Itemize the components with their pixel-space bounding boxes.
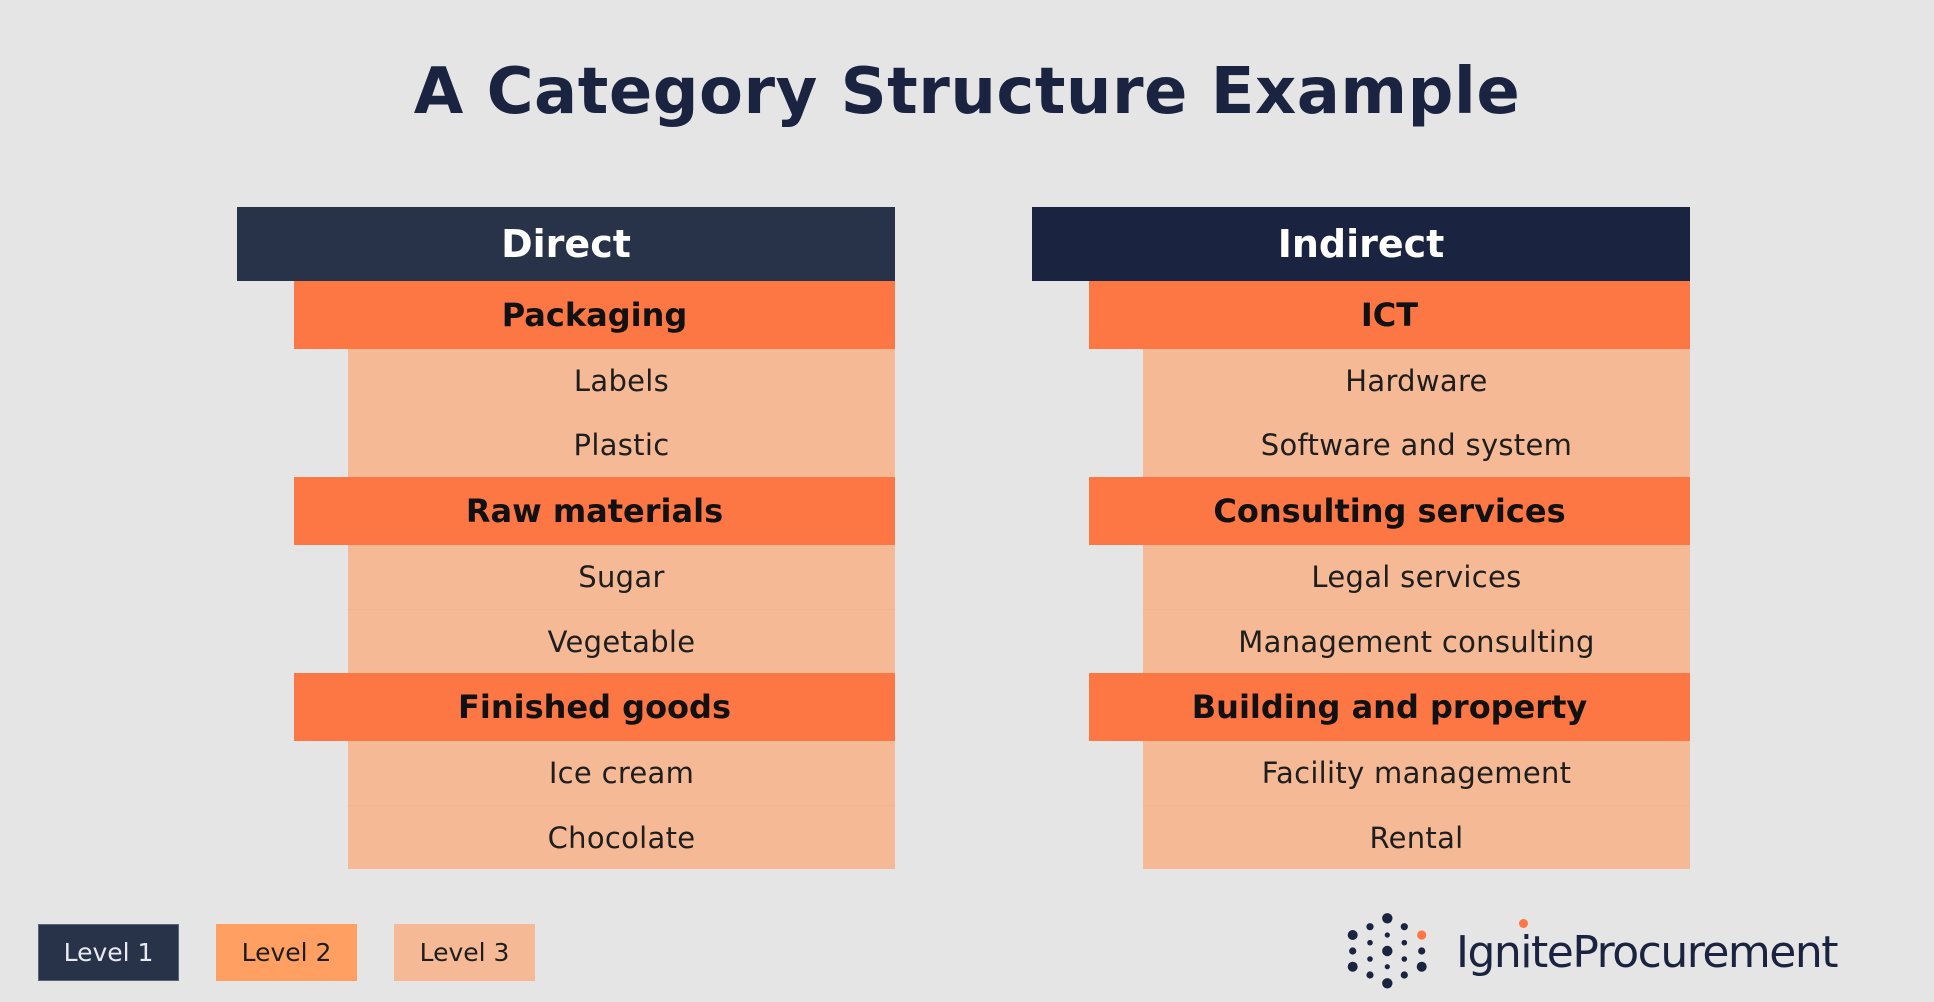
level3-category: Labels xyxy=(348,349,895,413)
level3-category: Chocolate xyxy=(348,805,895,869)
legend-level-3: Level 3 xyxy=(394,924,535,981)
legend-level-1: Level 1 xyxy=(38,924,179,981)
level2-category: ICT xyxy=(1089,281,1690,349)
legend-level-2: Level 2 xyxy=(216,924,357,981)
level3-category: Ice cream xyxy=(348,741,895,805)
page-title: A Category Structure Example xyxy=(413,55,1521,129)
level3-category: Plastic xyxy=(348,413,895,477)
level3-category: Rental xyxy=(1143,805,1690,869)
level3-category: Legal services xyxy=(1143,545,1690,609)
level2-category: Finished goods xyxy=(294,673,895,741)
level2-category: Packaging xyxy=(294,281,895,349)
level2-category: Consulting services xyxy=(1089,477,1690,545)
level3-category: Software and system xyxy=(1143,413,1690,477)
level1-header: Direct xyxy=(237,207,895,281)
logo-wordmark: IgniteProcurement xyxy=(1456,927,1838,978)
dot-grid-icon xyxy=(1347,913,1427,989)
level3-category: Hardware xyxy=(1143,349,1690,413)
ignite-procurement-logo: IgniteProcurement xyxy=(1340,905,1920,1000)
legend: Level 1 Level 2 Level 3 xyxy=(38,924,535,981)
level3-category: Vegetable xyxy=(348,609,895,673)
level3-category: Management consulting xyxy=(1143,609,1690,673)
category-column-direct: Direct Packaging Labels Plastic Raw mate… xyxy=(237,207,895,869)
level3-category: Facility management xyxy=(1143,741,1690,805)
logo-accent-dot xyxy=(1519,919,1528,928)
category-column-indirect: Indirect ICT Hardware Software and syste… xyxy=(1032,207,1690,869)
level2-category: Raw materials xyxy=(294,477,895,545)
level2-category: Building and property xyxy=(1089,673,1690,741)
level1-header: Indirect xyxy=(1032,207,1690,281)
level3-category: Sugar xyxy=(348,545,895,609)
